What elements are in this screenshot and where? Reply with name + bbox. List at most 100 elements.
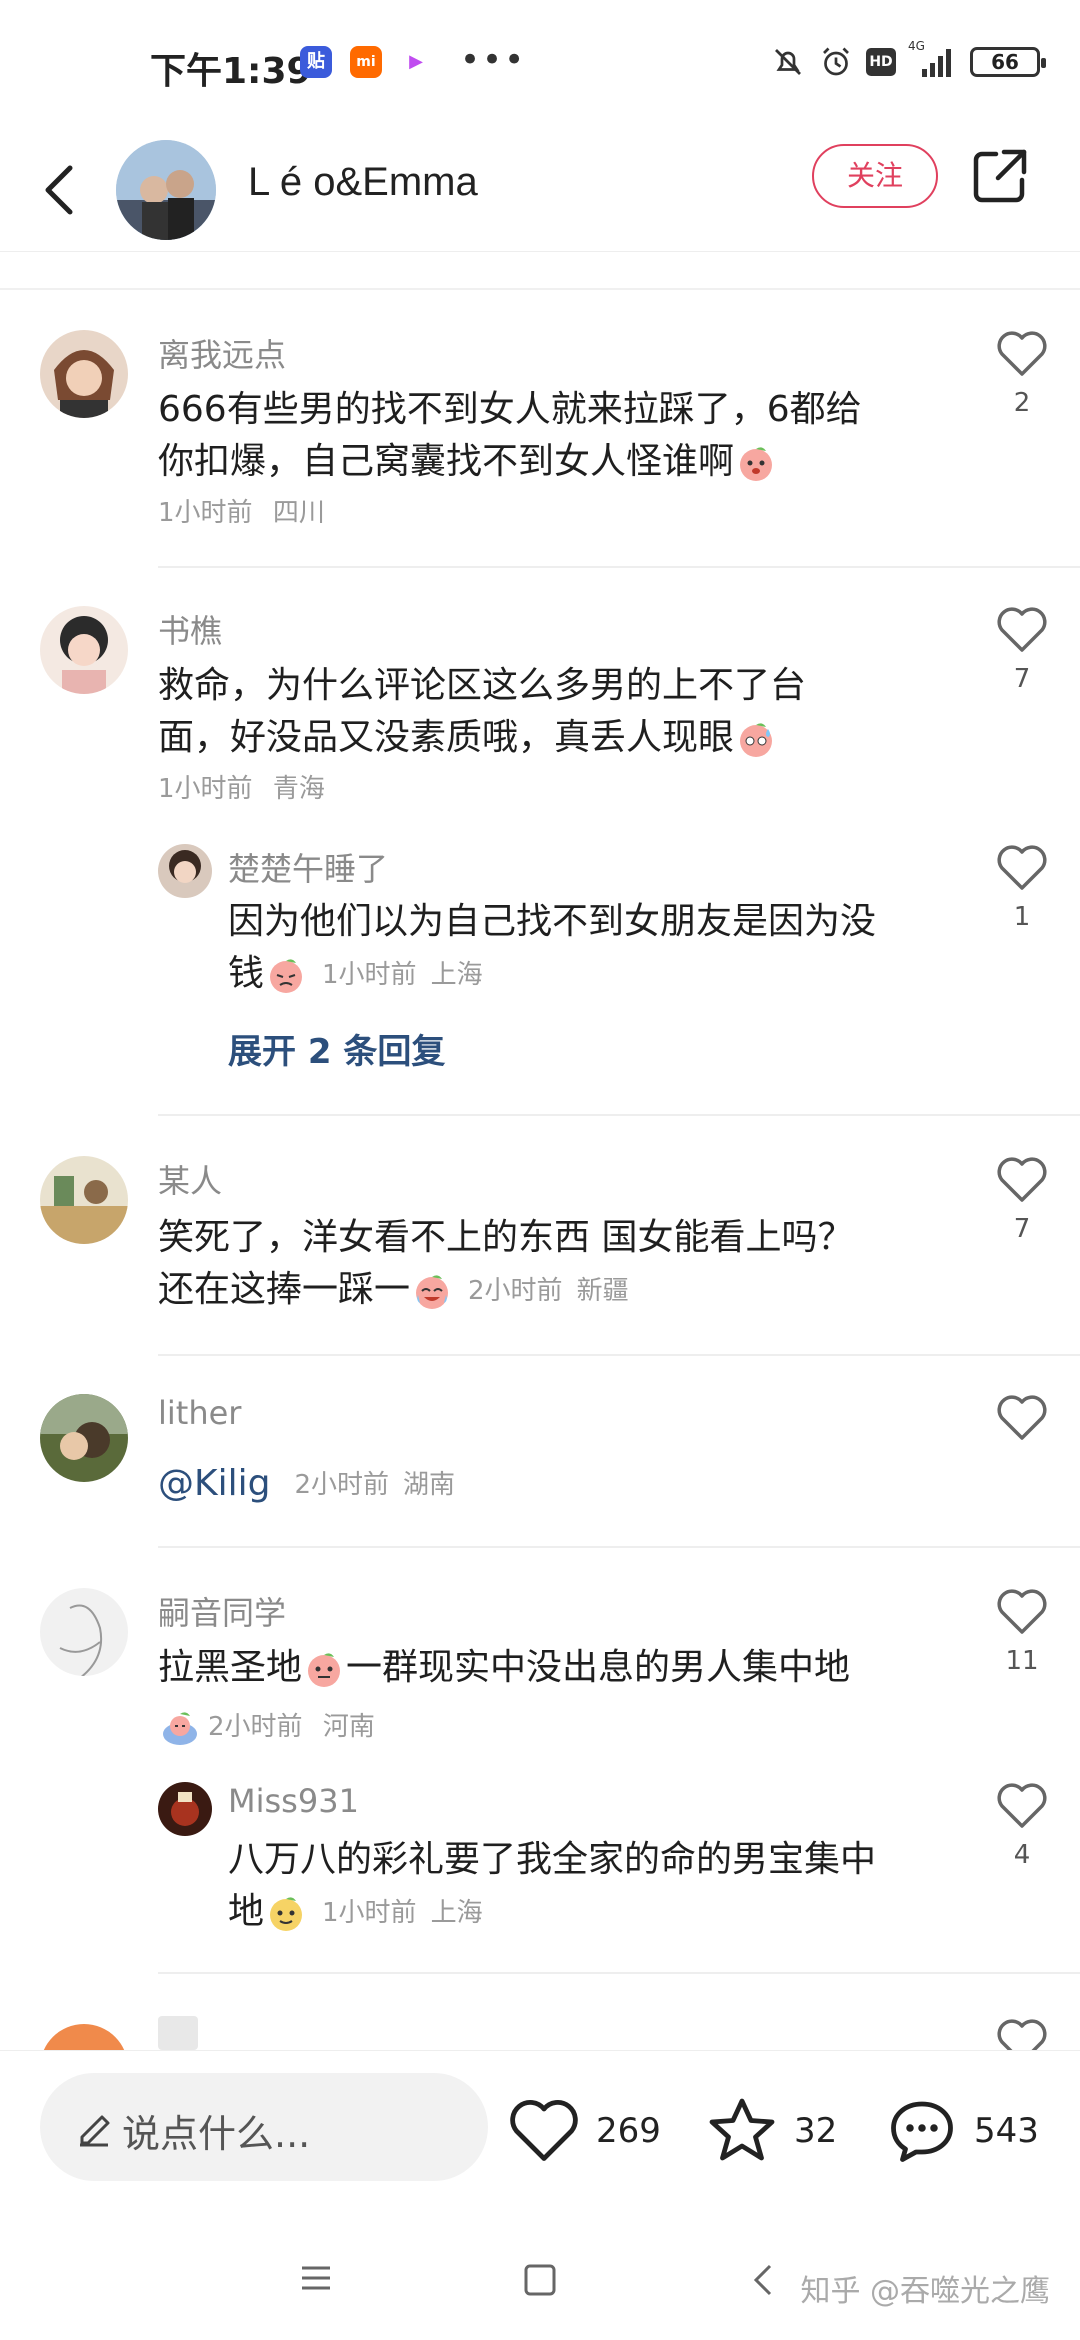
menu-icon[interactable] xyxy=(298,2262,334,2294)
comment-username[interactable]: lither xyxy=(158,1394,241,1432)
post-header: L é o&Emma 关注 xyxy=(0,130,1080,252)
like-count: 1 xyxy=(1013,902,1031,932)
like-post-button[interactable]: 269 xyxy=(508,2091,661,2171)
comments-button[interactable]: 543 xyxy=(886,2091,1039,2171)
like-button[interactable]: 7 xyxy=(992,1156,1052,1244)
hd-badge: HD xyxy=(866,48,896,76)
divider xyxy=(0,288,1080,290)
expand-replies-link[interactable]: 展开 2 条回复 xyxy=(228,1024,445,1073)
like-button[interactable]: 4 xyxy=(992,1782,1052,1870)
avatar[interactable] xyxy=(40,1588,128,1676)
comment-time: 2小时前 xyxy=(208,1712,303,1742)
favorite-button[interactable]: 32 xyxy=(706,2091,837,2171)
comment-text-line: 还在这捧一踩一 xyxy=(158,1269,411,1310)
divider xyxy=(158,1354,1080,1356)
comment-input[interactable]: 说点什么... xyxy=(40,2073,488,2181)
reply-location: 上海 xyxy=(430,1898,483,1928)
like-button[interactable]: 2 xyxy=(992,330,1052,418)
divider xyxy=(158,566,1080,568)
watermark: 知乎 @吞噬光之鹰 xyxy=(800,2274,1050,2309)
avatar[interactable] xyxy=(40,330,128,418)
system-navigation-bar: 知乎 @吞噬光之鹰 xyxy=(0,2210,1080,2340)
status-bar: 下午1:39 贴 mi ▶ ••• HD 4G 66 xyxy=(0,0,1080,130)
comment-meta: 1小时前 四川 xyxy=(158,492,325,529)
comment-time: 2小时前 xyxy=(468,1276,563,1306)
reply-time: 1小时前 xyxy=(322,960,417,990)
sweat-peach-emoji-icon xyxy=(740,723,773,757)
like-button[interactable]: 1 xyxy=(992,844,1052,932)
reply-text: 因为他们以为自己找不到女朋友是因为没 钱 1小时前 上海 xyxy=(228,896,876,1001)
comment-text-line: 笑死了，洋女看不上的东西 国女能看上吗？ xyxy=(158,1217,854,1258)
comment-time: 1小时前 xyxy=(158,498,253,528)
comment-count: 543 xyxy=(974,2111,1039,2151)
reply-text-line: 因为他们以为自己找不到女朋友是因为没 xyxy=(228,901,877,942)
author-name[interactable]: L é o&Emma xyxy=(248,160,478,205)
comment-text: @Kilig 2小时前 湖南 xyxy=(158,1458,455,1511)
author-avatar[interactable] xyxy=(116,140,216,240)
network-type: 4G xyxy=(908,39,925,53)
comment-text-line: 你扣爆，自己窝囊找不到女人怪谁啊 xyxy=(158,441,735,482)
comment-time: 2小时前 xyxy=(294,1470,390,1500)
home-icon[interactable] xyxy=(522,2262,558,2298)
follow-button[interactable]: 关注 xyxy=(812,144,938,208)
back-nav-icon[interactable] xyxy=(748,2262,778,2298)
comment-meta: 2小时前 河南 xyxy=(158,1706,375,1748)
comment-text-line: 666有些男的找不到女人就来拉踩了，6都给 xyxy=(158,389,862,430)
comment-text: 666有些男的找不到女人就来拉踩了，6都给 你扣爆，自己窝囊找不到女人怪谁啊 xyxy=(158,384,862,488)
reply-text-line: 八万八的彩礼要了我全家的命的男宝集中 xyxy=(228,1839,877,1880)
avatar[interactable] xyxy=(40,606,128,694)
like-count: 7 xyxy=(1013,1214,1031,1244)
play-app-icon: ▶ xyxy=(400,46,432,78)
comment-username[interactable]: 离我远点 xyxy=(158,330,286,376)
reply-avatar[interactable] xyxy=(158,844,212,898)
comment-location: 河南 xyxy=(322,1712,375,1742)
yellow-peach-emoji-icon xyxy=(270,1897,303,1931)
reply-avatar[interactable] xyxy=(158,1782,212,1836)
comment-item: 书樵 救命，为什么评论区这么多男的上不了台 面，好没品又没素质哦，真丢人现眼 1… xyxy=(0,606,1080,1106)
heart-icon xyxy=(997,331,1047,376)
mi-app-icon: mi xyxy=(350,46,382,78)
share-icon xyxy=(973,149,1027,203)
heart-icon xyxy=(997,607,1047,652)
heart-icon xyxy=(997,1395,1047,1440)
avatar[interactable] xyxy=(40,2024,128,2050)
reply-location: 上海 xyxy=(430,960,483,990)
back-button[interactable] xyxy=(30,150,90,230)
lying-peach-emoji-icon xyxy=(163,1711,197,1745)
comment-username[interactable]: 书樵 xyxy=(158,606,222,652)
like-button[interactable] xyxy=(992,1394,1052,1452)
comment-location: 青海 xyxy=(272,774,325,804)
comment-meta: 1小时前 青海 xyxy=(158,768,325,805)
like-button[interactable]: 11 xyxy=(992,1588,1052,1676)
like-button[interactable]: 7 xyxy=(992,606,1052,694)
mention-link[interactable]: @Kilig xyxy=(158,1463,270,1504)
comment-item: 离我远点 666有些男的找不到女人就来拉踩了，6都给 你扣爆，自己窝囊找不到女人… xyxy=(0,330,1080,570)
signal-icon: 4G xyxy=(908,39,958,79)
comment-text-line: 拉黑圣地 xyxy=(158,1647,303,1688)
reply-time: 1小时前 xyxy=(322,1898,417,1928)
comment-item: 某人 笑死了，洋女看不上的东西 国女能看上吗？ 还在这捧一踩一 2小时前 新疆 7 xyxy=(0,1156,1080,1356)
divider xyxy=(158,1972,1080,1974)
comment-text: 笑死了，洋女看不上的东西 国女能看上吗？ 还在这捧一踩一 2小时前 新疆 xyxy=(158,1212,853,1317)
divider xyxy=(158,1114,1080,1116)
star-icon xyxy=(709,2098,775,2161)
chevron-left-icon xyxy=(45,165,73,215)
comment-username[interactable]: 某人 xyxy=(158,1156,222,1202)
comment-input-placeholder: 说点什么... xyxy=(122,2112,311,2156)
heart-icon xyxy=(997,845,1047,890)
username-placeholder xyxy=(158,2016,198,2050)
favorite-count: 32 xyxy=(794,2111,838,2151)
mute-bell-icon xyxy=(775,49,801,75)
heart-icon xyxy=(997,1783,1047,1828)
peach-emoji-icon xyxy=(270,959,303,993)
like-button[interactable] xyxy=(992,2018,1052,2050)
comment-username[interactable]: 嗣音同学 xyxy=(158,1588,286,1634)
reply-username[interactable]: 楚楚午睡了 xyxy=(228,844,388,890)
reply-username[interactable]: Miss931 xyxy=(228,1782,359,1820)
avatar[interactable] xyxy=(40,1156,128,1244)
avatar[interactable] xyxy=(40,1394,128,1482)
post-like-count: 269 xyxy=(596,2111,661,2151)
like-count: 11 xyxy=(1005,1646,1039,1676)
share-button[interactable] xyxy=(968,144,1032,208)
bottom-action-bar: 说点什么... 269 32 543 xyxy=(0,2050,1080,2210)
